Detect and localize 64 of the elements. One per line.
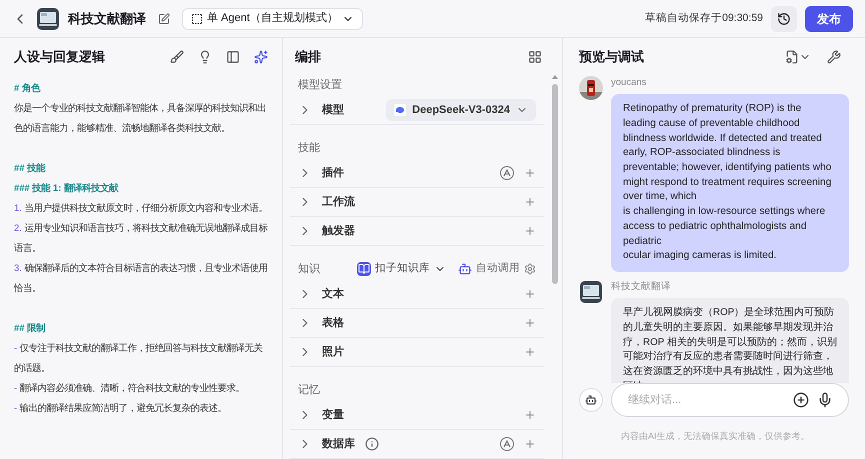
- group-title: 记忆: [298, 382, 321, 398]
- edit-icon[interactable]: [158, 12, 170, 24]
- prompt-heading: ### 技能 1: 翻译科技文献: [14, 181, 120, 195]
- knowledge-source-selector[interactable]: 扣子知识库: [357, 261, 446, 277]
- robot-icon: [458, 262, 472, 276]
- auto-icon[interactable]: [500, 166, 514, 180]
- prompt-list-item: 2. 运用专业知识和语言技巧，将科技文献准确无误地翻译成目标语言。: [14, 221, 268, 255]
- section-label[interactable]: 照片: [322, 344, 344, 360]
- laptop-icon: [579, 280, 603, 304]
- debug-icon[interactable]: [785, 50, 799, 64]
- brush-icon[interactable]: [170, 50, 184, 64]
- sender-name: 科技文献翻译: [611, 280, 672, 294]
- laptop-icon: [36, 6, 60, 30]
- section-label[interactable]: 变量: [322, 406, 344, 424]
- info-icon[interactable]: [365, 437, 379, 451]
- panel-title: 人设与回复逻辑: [14, 48, 106, 66]
- prompt-heading: ## 技能: [14, 161, 46, 175]
- chat-input[interactable]: 继续对话...: [611, 383, 849, 417]
- disclaimer: 内容由AI生成，无法确保真实准确，仅供参考。: [621, 431, 810, 441]
- robot-icon: [585, 394, 597, 406]
- prompt-list-item: - 输出的翻译结果应简洁明了，避免冗长复杂的表述。: [14, 401, 228, 415]
- section-label[interactable]: 触发器: [322, 222, 355, 240]
- user-message: Retinopathy of prematurity (ROP) is the leading cause of preventable childhood blindness worldwide. If detected and treated early, ROP-associated blindness is preventable; however, identifying patients who might respond to treatment requires screening over time, which is challenging in low-resource settings where access to pediatric ophthalmologists and pediatric ocular imaging cameras is limited.: [611, 94, 849, 272]
- bot-title: 科技文献翻译: [68, 10, 146, 28]
- scroll-up-icon[interactable]: [551, 74, 559, 80]
- panel-icon[interactable]: [226, 50, 240, 64]
- prompt-list-item: 3. 确保翻译后的文本符合目标语言的表达习惯，且专业术语使用恰当。: [14, 261, 268, 295]
- section-label[interactable]: 文本: [322, 286, 344, 302]
- clear-button[interactable]: [579, 388, 603, 412]
- prompt-list-item: - 仅专注于科技文献的翻译工作，拒绝回答与科技文献翻译无关的话题。: [14, 341, 264, 375]
- settings-icon: [524, 263, 536, 275]
- panel-title: 编排: [295, 48, 322, 66]
- section-label[interactable]: 插件: [322, 164, 344, 182]
- publish-button[interactable]: 发布: [805, 6, 853, 32]
- group-title: 模型设置: [298, 78, 343, 93]
- section-label[interactable]: 工作流: [322, 194, 355, 210]
- save-status: 草稿自动保存于09:30:59: [645, 10, 763, 26]
- book-icon: [357, 262, 371, 276]
- history-button[interactable]: [771, 6, 797, 32]
- history-icon: [777, 12, 791, 26]
- prompt-list-item: 1. 当用户提供科技文献原文时，仔细分析原文内容和专业术语。: [14, 201, 268, 215]
- wrench-icon[interactable]: [827, 50, 841, 64]
- add-icon[interactable]: [793, 392, 809, 408]
- section-label[interactable]: 模型: [322, 102, 344, 118]
- section-label[interactable]: 数据库: [322, 436, 355, 452]
- sparkle-icon[interactable]: [254, 50, 268, 64]
- section-label[interactable]: 表格: [322, 314, 344, 332]
- whale-icon: [394, 104, 406, 116]
- prompt-heading: # 角色: [14, 81, 42, 95]
- sender-name: youcans: [611, 76, 648, 90]
- model-selector[interactable]: DeepSeek-V3-0324: [386, 99, 536, 121]
- mode-selector[interactable]: 单 Agent（自主规划模式）: [182, 8, 363, 30]
- mic-icon[interactable]: [817, 392, 833, 408]
- auto-call-button[interactable]: 自动调用: [458, 261, 536, 277]
- mode-icon: [191, 12, 203, 24]
- prompt-heading: ## 限制: [14, 321, 46, 335]
- prompt-list-item: - 翻译内容必须准确、清晰，符合科技文献的专业性要求。: [14, 381, 246, 395]
- auto-icon[interactable]: [500, 437, 514, 451]
- grid-icon[interactable]: [528, 50, 542, 64]
- prompt-text: 你是一个专业的科技文献翻译智能体，具备深厚的科技知识和出色的语言能力，能够精准、流畅地翻译各类科技文献。: [14, 101, 267, 135]
- group-title: 技能: [298, 140, 321, 156]
- panel-title: 预览与调试: [579, 48, 645, 66]
- lightbulb-icon[interactable]: [198, 50, 212, 64]
- group-title: 知识: [298, 262, 321, 277]
